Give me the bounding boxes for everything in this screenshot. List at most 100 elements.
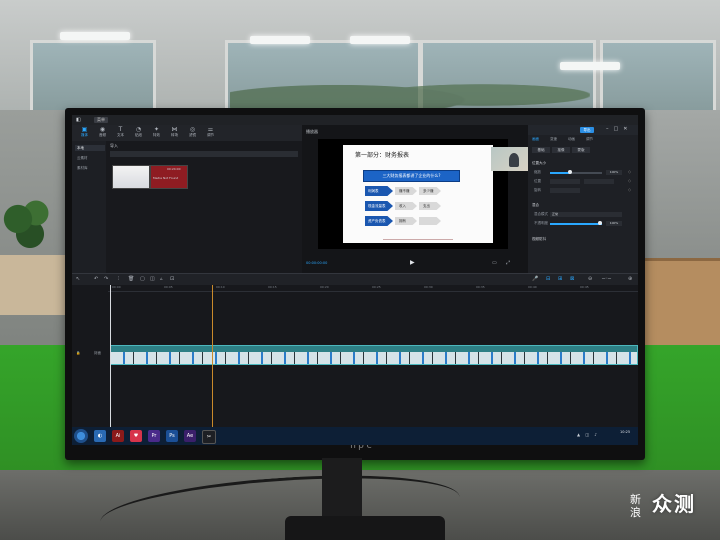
photoshop-taskbar-icon[interactable]: Ps <box>166 430 178 442</box>
clip-frames <box>111 352 637 364</box>
section-position-size: 位置大小 <box>532 161 546 165</box>
subtab-mask[interactable]: 蒙版 <box>572 147 590 153</box>
sidebar-item-local[interactable]: 本地 <box>75 145 105 151</box>
tool-adjust[interactable]: ⚌ 调节 <box>202 126 219 140</box>
crop-icon[interactable]: ⊡ <box>170 276 174 282</box>
slide-row: 利润表 赚不赚 多少赚 <box>365 186 445 196</box>
watermark-text: 众测 <box>652 492 696 516</box>
position-y-field[interactable] <box>584 179 614 184</box>
rotate-field[interactable] <box>550 188 580 193</box>
opacity-value[interactable]: 100% <box>606 221 622 226</box>
ruler-label: 00:40 <box>528 285 537 289</box>
sidebar-item-library[interactable]: 素材库 <box>75 165 105 171</box>
link-icon[interactable]: ⊞ <box>558 276 562 282</box>
snap-icon[interactable]: ⊟ <box>546 276 550 282</box>
row-label: 利润表 <box>365 186 393 196</box>
thumbnail-missing-label: Media Not Found <box>153 176 179 180</box>
media-sidebar: 本地 云素材 素材库 <box>72 141 106 273</box>
after-effects-taskbar-icon[interactable]: Ae <box>184 430 196 442</box>
timeline-area[interactable]: 00:00 00:05 00:10 00:15 00:20 00:25 00:3… <box>72 285 638 437</box>
windows-taskbar: ◐ Ai ♥ Pr Ps Ae ✂ ▲ ◫ ♪ 10:25 <box>72 427 638 445</box>
scale-value[interactable]: 100% <box>606 170 622 175</box>
fullscreen-icon[interactable]: ⤢ <box>506 260 510 266</box>
tool-audio[interactable]: ◉ 音频 <box>94 126 111 140</box>
slider-knob[interactable] <box>568 170 572 174</box>
wall-right <box>640 110 720 260</box>
monitor-stand-base <box>285 516 445 540</box>
blend-mode-select[interactable]: 正常 <box>550 212 622 217</box>
webcam-overlay <box>491 147 529 171</box>
freeze-icon[interactable]: ▢ <box>140 276 145 282</box>
export-button[interactable]: 导出 <box>580 127 594 133</box>
cabinet-right <box>640 258 720 351</box>
zoom-in-icon[interactable]: ⊕ <box>628 276 632 282</box>
tab-adjust[interactable]: 调节 <box>586 137 593 142</box>
zoom-slider[interactable]: ─◦─ <box>602 276 611 282</box>
media-notice-bar <box>110 151 298 157</box>
zoom-out-icon[interactable]: ⊖ <box>588 276 592 282</box>
editor-taskbar-icon[interactable]: ✂ <box>202 430 216 444</box>
ruler-label: 00:00 <box>112 285 121 289</box>
text-icon: T <box>118 126 123 133</box>
start-button[interactable] <box>74 429 88 443</box>
row-item: 赚不赚 <box>395 187 417 195</box>
label-blend-mode: 混合模式 <box>534 212 548 216</box>
split-icon[interactable]: ⫶ <box>118 276 119 282</box>
keyframe-icon[interactable]: ◇ <box>628 178 631 183</box>
app-taskbar-icon[interactable]: ♥ <box>130 430 142 442</box>
preview-axis-icon[interactable]: ⊠ <box>570 276 574 282</box>
slider-knob[interactable] <box>598 221 602 225</box>
undo-icon[interactable]: ↶ <box>94 276 98 282</box>
subtab-keying[interactable]: 抠像 <box>552 147 570 153</box>
tool-media[interactable]: ▣ 媒体 <box>76 126 93 140</box>
properties-topbar: 导出 –□✕ <box>528 125 638 135</box>
browser-taskbar-icon[interactable]: ◐ <box>94 430 106 442</box>
tab-animation[interactable]: 动画 <box>568 137 575 142</box>
import-button[interactable]: 导入 <box>110 143 118 149</box>
timeline-ruler[interactable]: 00:00 00:05 00:10 00:15 00:20 00:25 00:3… <box>108 285 638 292</box>
premiere-taskbar-icon[interactable]: Pr <box>148 430 160 442</box>
track-cover-label[interactable]: 封面 <box>94 351 101 356</box>
opacity-slider[interactable] <box>550 221 602 225</box>
delete-icon[interactable]: 🗑 <box>128 276 134 282</box>
ruler-label: 00:10 <box>216 285 225 289</box>
tab-speed[interactable]: 变速 <box>550 137 557 142</box>
row-item <box>419 217 441 225</box>
tool-effects[interactable]: ✦ 特效 <box>148 126 165 140</box>
media-thumbnail-missing[interactable]: 00:24:00 Media Not Found <box>150 165 188 189</box>
select-tool-icon[interactable]: ↖ <box>76 276 80 282</box>
reverse-icon[interactable]: ◫ <box>150 276 155 282</box>
mirror-icon[interactable]: ▵ <box>160 276 163 282</box>
section-stabilize: 视频防抖 <box>532 237 546 241</box>
player-panel: 播放器 第一部分：财务报表 三大财务报表都讲了企业的什么? 利润表 赚不赚 多少… <box>302 125 529 273</box>
aspect-ratio-icon[interactable]: ▭ <box>492 260 497 266</box>
tool-filter[interactable]: ◎ 滤镜 <box>184 126 201 140</box>
keyframe-icon[interactable]: ◇ <box>628 169 631 174</box>
section-blend: 混合 <box>532 203 539 207</box>
scale-slider[interactable] <box>550 170 602 174</box>
ruler-label: 00:45 <box>580 285 589 289</box>
slide-row: 资产负债表 拥有 <box>365 216 445 226</box>
window-controls[interactable]: –□✕ <box>606 126 632 132</box>
tool-transition[interactable]: ⋈ 转场 <box>166 126 183 140</box>
playhead[interactable] <box>110 285 111 435</box>
sidebar-item-cloud[interactable]: 云素材 <box>75 155 105 161</box>
keyframe-icon[interactable]: ◇ <box>628 187 631 192</box>
video-clip[interactable] <box>110 345 638 365</box>
system-tray-icons[interactable]: ▲ ◫ ♪ <box>577 432 599 437</box>
position-x-field[interactable] <box>550 179 580 184</box>
illustrator-taskbar-icon[interactable]: Ai <box>112 430 124 442</box>
taskbar-clock[interactable]: 10:25 <box>620 430 630 435</box>
microphone-icon[interactable]: 🎤 <box>532 276 538 282</box>
tool-text[interactable]: T 文本 <box>112 126 129 140</box>
subtab-basic[interactable]: 基础 <box>532 147 550 153</box>
play-button[interactable]: ▶ <box>410 259 415 266</box>
tab-picture[interactable]: 画面 <box>532 137 539 142</box>
redo-icon[interactable]: ↷ <box>104 276 108 282</box>
media-thumbnail[interactable] <box>112 165 150 189</box>
menu-button[interactable]: 菜单 <box>94 117 108 123</box>
tool-sticker[interactable]: ◔ 贴纸 <box>130 126 147 140</box>
track-lock-icon[interactable]: 🔒 <box>76 351 80 355</box>
slide-footer-line <box>383 239 453 240</box>
plant <box>0 195 60 255</box>
